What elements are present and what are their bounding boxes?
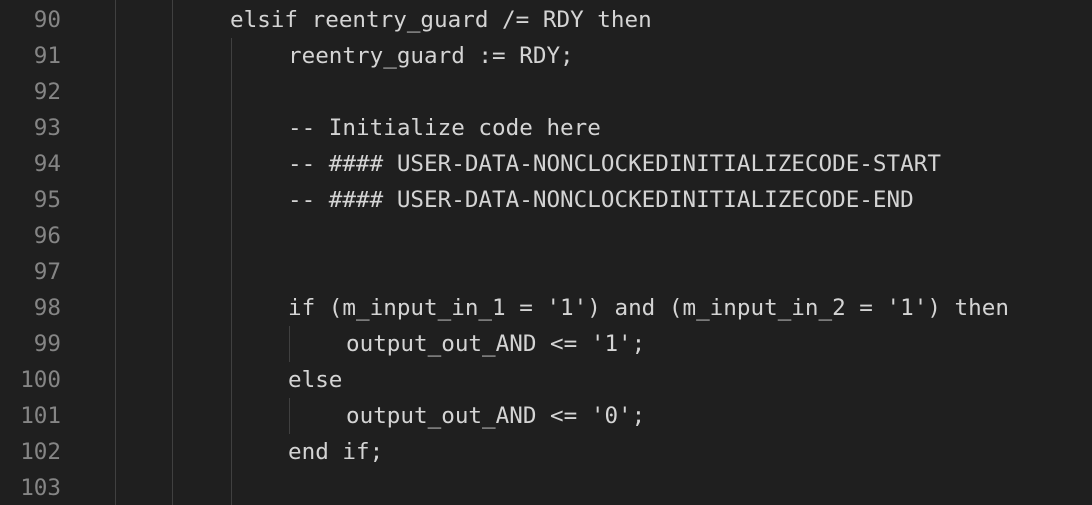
indent-guide [289,326,290,362]
code-line[interactable]: output_out_AND <= '1'; [346,326,645,362]
code-line[interactable]: -- #### USER-DATA-NONCLOCKEDINITIALIZECO… [288,146,941,182]
code-line[interactable]: -- Initialize code here [288,110,601,146]
indent-guide [115,0,116,505]
indent-guide [289,398,290,434]
code-line[interactable]: elsif reentry_guard /= RDY then [230,2,652,38]
code-line[interactable]: else [288,362,342,398]
code-line[interactable]: if (m_input_in_1 = '1') and (m_input_in_… [288,290,1009,326]
code-area[interactable]: elsif reentry_guard /= RDY then reentry_… [0,0,1092,505]
indent-guide [231,38,232,505]
code-line[interactable]: -- #### USER-DATA-NONCLOCKEDINITIALIZECO… [288,182,914,218]
code-line[interactable]: output_out_AND <= '0'; [346,398,645,434]
code-line[interactable]: reentry_guard := RDY; [288,38,574,74]
indent-guide [172,0,173,505]
code-line[interactable]: end if; [288,434,383,470]
code-editor[interactable]: 90 91 92 93 94 95 96 97 98 99 100 101 10… [0,0,1092,505]
